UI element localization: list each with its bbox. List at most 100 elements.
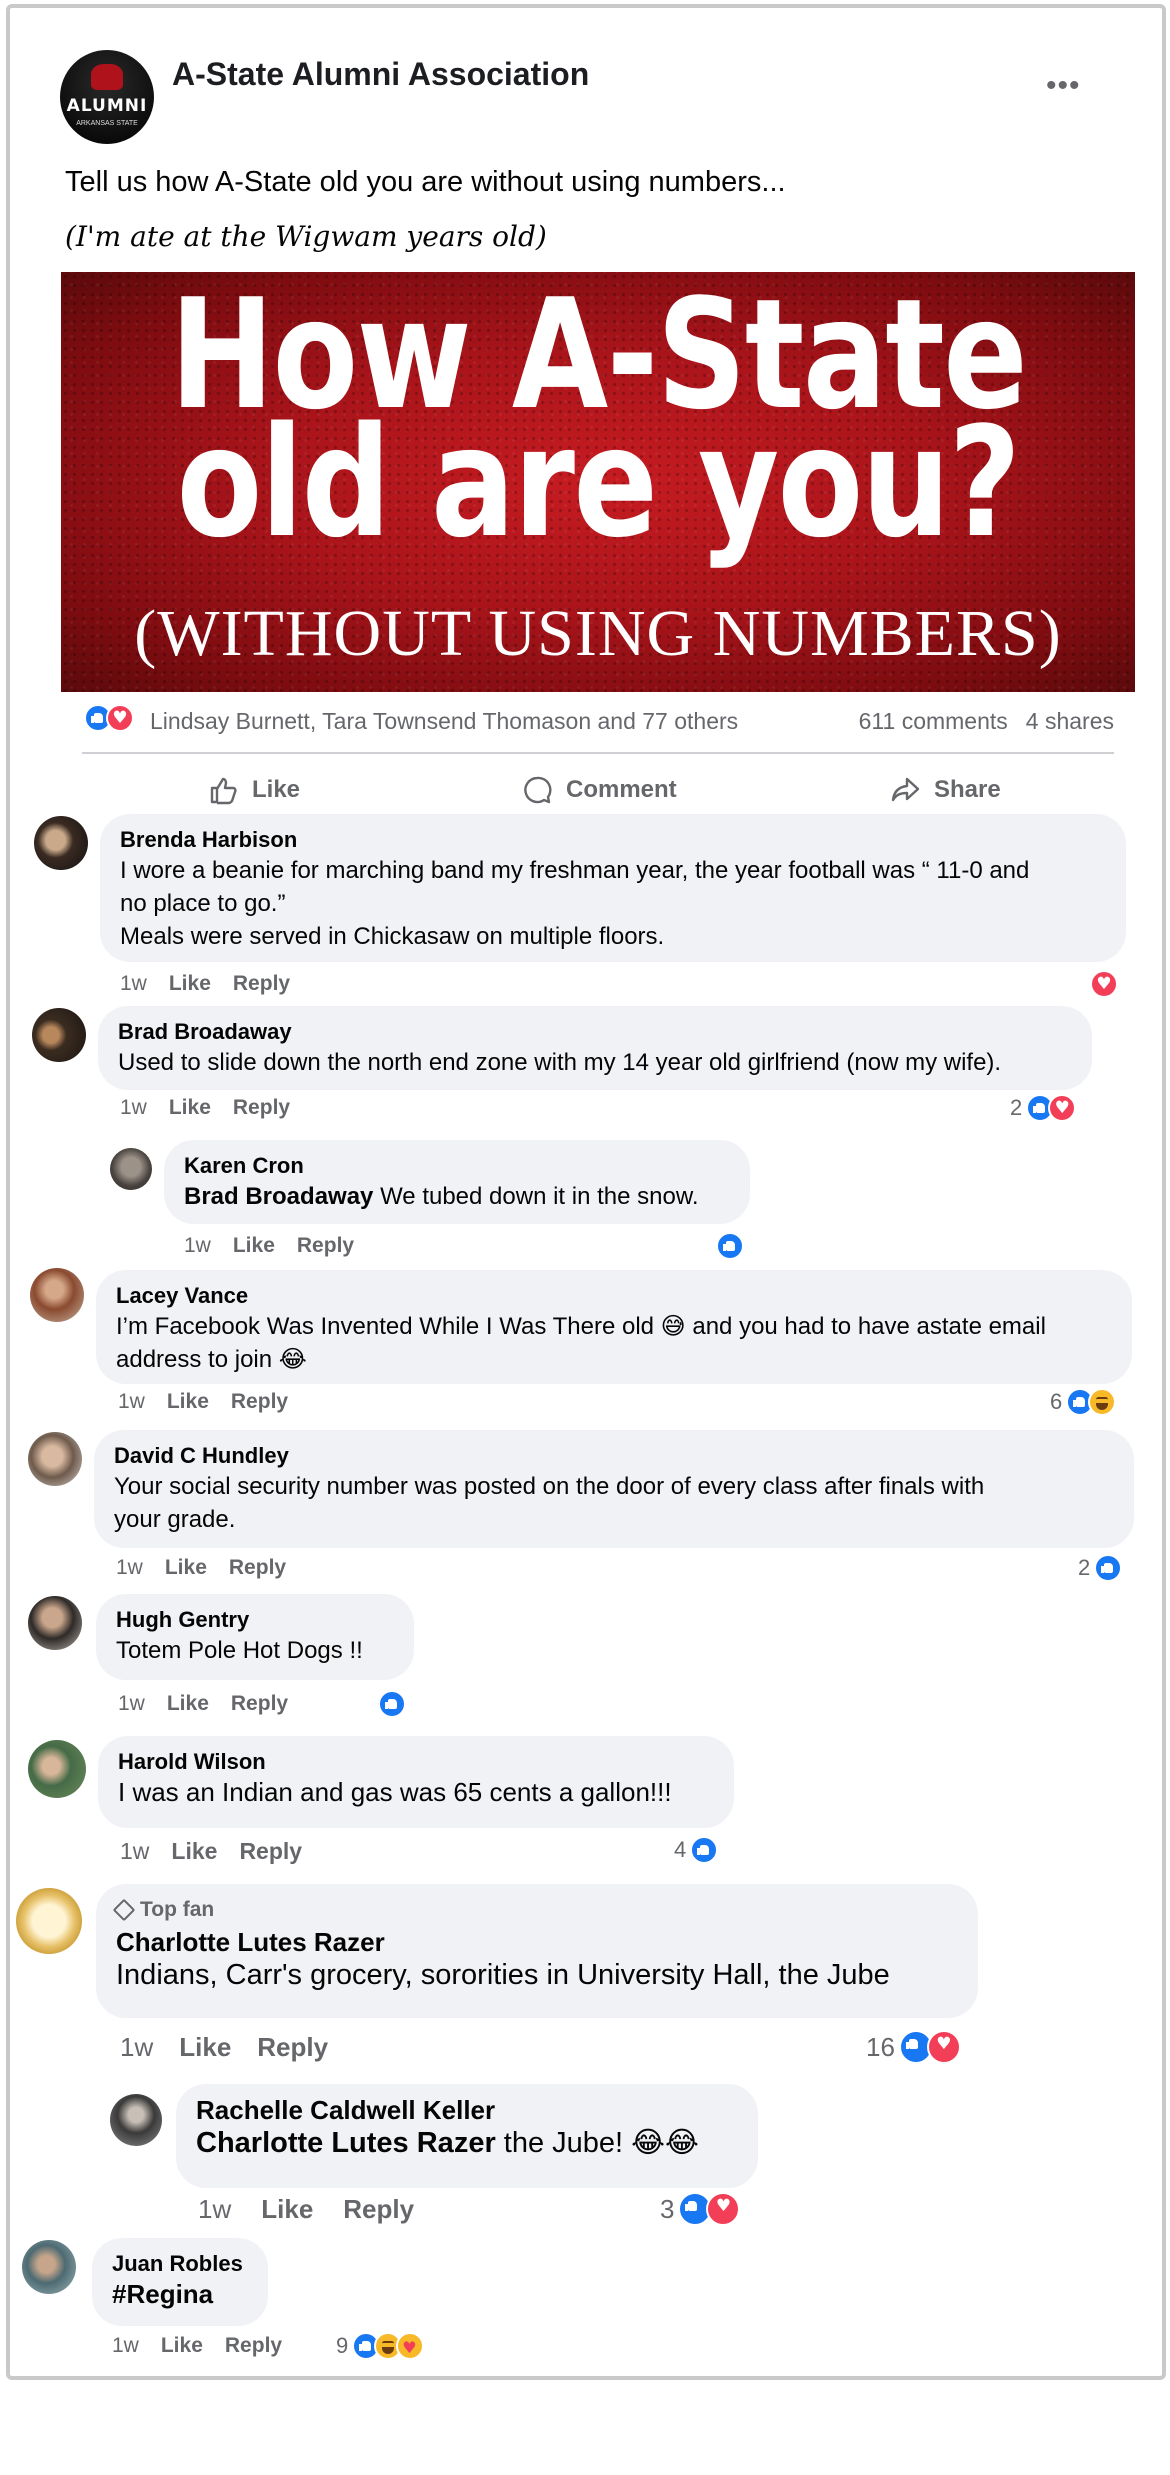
reply-reply-button[interactable]: Reply [343, 2194, 414, 2225]
comment-like-button[interactable]: Like [179, 2032, 231, 2063]
love-reaction-icon [1048, 1094, 1077, 1122]
thumbs-up-icon [210, 777, 237, 805]
avatar[interactable] [34, 816, 88, 870]
comment-author[interactable]: Brad Broadaway [118, 1018, 1074, 1046]
comment-time[interactable]: 1w [120, 972, 147, 996]
like-reaction-icon [690, 1836, 719, 1864]
post-subtext: (I'm ate at the Wigwam years old) [65, 220, 547, 253]
banner-subheadline: (WITHOUT USING NUMBERS) [134, 597, 1062, 670]
page-avatar[interactable]: ALUMNI ARKANSAS STATE [60, 50, 154, 144]
comment-meta: 1w Like Reply [118, 1692, 288, 1716]
reply-reactions[interactable]: 3 [660, 2192, 741, 2226]
comment-author[interactable]: Charlotte Lutes Razer [116, 1928, 960, 1956]
comment-text: Used to slide down the north end zone wi… [118, 1049, 1002, 1076]
comment-reply-button[interactable]: Reply [229, 1556, 286, 1580]
comment-reactions[interactable]: 2 [1010, 1094, 1077, 1122]
reply-text: the Jube! 😂😂 [503, 2127, 699, 2159]
reply-reactions[interactable] [716, 1232, 744, 1260]
more-options-icon[interactable]: ••• [1046, 71, 1081, 101]
comment-author[interactable]: Harold Wilson [118, 1748, 716, 1776]
reply-time[interactable]: 1w [184, 1234, 211, 1258]
comment-text: Indians, Carr's grocery, sororities in U… [116, 1959, 890, 1991]
love-reaction-icon [926, 2030, 961, 2064]
comment-time[interactable]: 1w [120, 2032, 153, 2063]
post-image[interactable]: How A-State old are you? (WITHOUT USING … [61, 272, 1135, 692]
mention-tag[interactable]: Charlotte Lutes Razer [196, 2127, 496, 2159]
comment-bubble: Harold Wilson I was an Indian and gas wa… [98, 1736, 734, 1828]
comment-reactions[interactable]: 6 [1050, 1388, 1117, 1416]
comment-time[interactable]: 1w [116, 1556, 143, 1580]
like-reaction-icon [716, 1232, 744, 1260]
engagement-counts: 611 comments 4 shares [859, 708, 1114, 735]
comment-reply-button[interactable]: Reply [239, 1838, 302, 1865]
reaction-names[interactable]: Lindsay Burnett, Tara Townsend Thomason … [150, 708, 738, 735]
avatar[interactable] [110, 2094, 162, 2146]
comment-time[interactable]: 1w [120, 1096, 147, 1120]
comment-reply-button[interactable]: Reply [257, 2032, 328, 2063]
banner-headline-2: old are you? [176, 394, 1021, 571]
shares-count[interactable]: 4 shares [1026, 708, 1114, 734]
reaction-icons[interactable] [84, 704, 134, 732]
comment-like-button[interactable]: Like [165, 1556, 207, 1580]
logo-text: ALUMNI [66, 96, 148, 116]
reply-reply-button[interactable]: Reply [297, 1234, 354, 1258]
comment-button[interactable]: Comment [522, 770, 677, 810]
comment-reactions[interactable]: 9 [336, 2332, 425, 2360]
love-reaction-icon [1090, 970, 1118, 998]
comment-reply-button[interactable]: Reply [231, 1692, 288, 1716]
comment-reactions[interactable] [378, 1690, 406, 1718]
reply-like-button[interactable]: Like [233, 1234, 275, 1258]
comment-time[interactable]: 1w [118, 1692, 145, 1716]
comment-bubble: Brad Broadaway Used to slide down the no… [98, 1006, 1092, 1090]
share-button[interactable]: Share [890, 770, 1001, 810]
diamond-icon [112, 1898, 136, 1922]
comment-reply-button[interactable]: Reply [233, 972, 290, 996]
reply-bubble: Rachelle Caldwell Keller Charlotte Lutes… [176, 2084, 758, 2188]
comment-meta: 1w Like Reply [120, 2032, 328, 2063]
comment-time[interactable]: 1w [120, 1838, 149, 1865]
reply-like-button[interactable]: Like [261, 2194, 313, 2225]
comment-like-button[interactable]: Like [161, 2334, 203, 2358]
comment-like-button[interactable]: Like [171, 1838, 217, 1865]
comment-reply-button[interactable]: Reply [225, 2334, 282, 2358]
avatar[interactable] [28, 1432, 82, 1486]
divider [82, 752, 1114, 754]
comment-reactions[interactable]: 4 [674, 1836, 719, 1864]
avatar[interactable] [32, 1008, 86, 1062]
avatar[interactable] [30, 1268, 84, 1322]
reply-time[interactable]: 1w [198, 2194, 231, 2225]
share-button-label: Share [934, 776, 1001, 803]
comment-author[interactable]: David C Hundley [114, 1442, 1116, 1470]
comment-author[interactable]: Brenda Harbison [120, 826, 1108, 854]
page-name[interactable]: A-State Alumni Association [172, 56, 589, 93]
comment-time[interactable]: 1w [112, 2334, 139, 2358]
comment-like-button[interactable]: Like [169, 972, 211, 996]
reply-author[interactable]: Rachelle Caldwell Keller [196, 2096, 740, 2124]
comment-like-button[interactable]: Like [169, 1096, 211, 1120]
comments-count[interactable]: 611 comments [859, 708, 1008, 734]
avatar[interactable] [28, 1596, 82, 1650]
like-button[interactable]: Like [208, 770, 300, 810]
comment-like-button[interactable]: Like [167, 1692, 209, 1716]
comment-like-button[interactable]: Like [167, 1390, 209, 1414]
comment-reactions[interactable] [1090, 970, 1118, 998]
comment-reply-button[interactable]: Reply [233, 1096, 290, 1120]
comment-author[interactable]: Hugh Gentry [116, 1606, 396, 1634]
comment-reactions[interactable]: 16 [866, 2030, 961, 2064]
comment-reply-button[interactable]: Reply [231, 1390, 288, 1414]
avatar[interactable] [16, 1888, 82, 1954]
love-reaction-icon [706, 2192, 741, 2226]
avatar[interactable] [28, 1740, 86, 1798]
comment-time[interactable]: 1w [118, 1390, 145, 1414]
comment-author[interactable]: Juan Robles [112, 2250, 250, 2278]
comment-bubble-icon [524, 776, 552, 804]
avatar[interactable] [22, 2240, 76, 2294]
comment-meta: 1w Like Reply [120, 1096, 290, 1120]
mention-tag[interactable]: Brad Broadaway [184, 1183, 373, 1210]
comment-author[interactable]: Lacey Vance [116, 1282, 1114, 1310]
reply-author[interactable]: Karen Cron [184, 1152, 732, 1180]
comment-text: Meals were served in Chickasaw on multip… [120, 923, 665, 950]
comment-bubble: Brenda Harbison I wore a beanie for marc… [100, 814, 1126, 962]
comment-reactions[interactable]: 2 [1078, 1554, 1123, 1582]
avatar[interactable] [110, 1148, 152, 1190]
